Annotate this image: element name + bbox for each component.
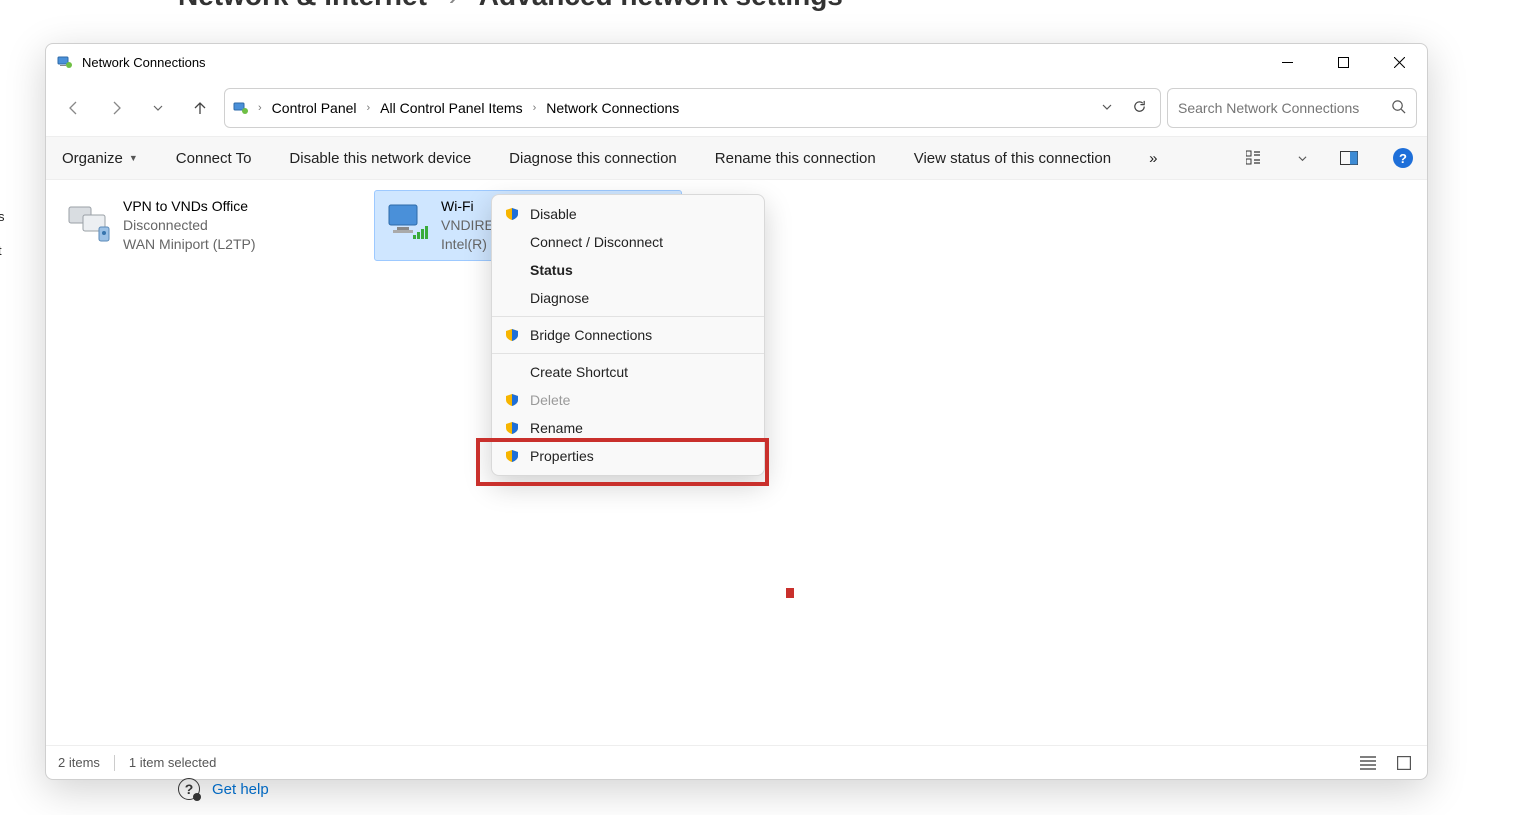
menu-label: Delete xyxy=(530,392,570,408)
breadcrumb-control-panel[interactable]: Control Panel xyxy=(265,96,364,120)
menu-item-create-shortcut[interactable]: Create Shortcut xyxy=(492,358,764,386)
search-icon[interactable] xyxy=(1391,99,1406,117)
breadcrumb-all-items[interactable]: All Control Panel Items xyxy=(373,96,529,120)
chevron-right-icon[interactable]: › xyxy=(530,102,540,114)
adapter-list-pane[interactable]: VPN to VNDs Office Disconnected WAN Mini… xyxy=(46,180,1427,745)
chevron-right-icon[interactable]: › xyxy=(364,102,374,114)
up-button[interactable] xyxy=(182,90,218,126)
connect-to-button[interactable]: Connect To xyxy=(170,146,258,171)
status-bar: 2 items 1 item selected xyxy=(46,745,1427,779)
address-bar[interactable]: › Control Panel › All Control Panel Item… xyxy=(224,88,1161,128)
adapter-status: Disconnected xyxy=(123,216,256,235)
adapter-name: Wi-Fi xyxy=(441,197,494,216)
shield-icon xyxy=(504,206,520,222)
diagnose-connection-button[interactable]: Diagnose this connection xyxy=(503,146,683,171)
parent-breadcrumb-left[interactable]: Network & internet xyxy=(178,0,427,11)
chevron-right-icon[interactable]: › xyxy=(255,102,265,114)
help-button[interactable]: ? xyxy=(1389,144,1417,172)
rename-connection-button[interactable]: Rename this connection xyxy=(709,146,882,171)
window-title: Network Connections xyxy=(82,55,206,70)
large-icons-view-button[interactable] xyxy=(1393,752,1415,774)
network-connections-window: Network Connections xyxy=(45,43,1428,780)
menu-label: Bridge Connections xyxy=(530,327,652,343)
status-item-count: 2 items xyxy=(58,755,100,770)
adapter-context-menu: Disable Connect / Disconnect Status Diag… xyxy=(491,194,765,476)
annotation-marker-dot xyxy=(786,588,794,598)
organize-menu[interactable]: Organize▼ xyxy=(56,146,144,171)
menu-label: Status xyxy=(530,262,573,278)
location-icon xyxy=(231,98,251,118)
menu-item-disable[interactable]: Disable xyxy=(492,200,764,228)
toolbar-overflow-button[interactable]: » xyxy=(1143,146,1163,171)
disable-device-button[interactable]: Disable this network device xyxy=(283,146,477,171)
dropdown-icon: ▼ xyxy=(129,153,138,163)
menu-item-bridge-connections[interactable]: Bridge Connections xyxy=(492,321,764,349)
menu-item-delete: Delete xyxy=(492,386,764,414)
preview-pane-button[interactable] xyxy=(1335,144,1363,172)
command-toolbar: Organize▼ Connect To Disable this networ… xyxy=(46,136,1427,180)
adapter-name: VPN to VNDs Office xyxy=(123,197,256,216)
menu-separator xyxy=(492,316,764,317)
menu-label: Connect / Disconnect xyxy=(530,234,663,250)
adapter-device: Intel(R) xyxy=(441,235,494,254)
shield-icon xyxy=(504,420,520,436)
menu-label: Properties xyxy=(530,448,594,464)
shield-icon xyxy=(504,327,520,343)
vpn-adapter-icon xyxy=(65,197,113,245)
shield-icon xyxy=(504,392,520,408)
adapter-item-vpn[interactable]: VPN to VNDs Office Disconnected WAN Mini… xyxy=(56,190,364,261)
menu-item-rename[interactable]: Rename xyxy=(492,414,764,442)
menu-separator xyxy=(492,353,764,354)
recent-locations-button[interactable] xyxy=(140,90,176,126)
details-view-button[interactable] xyxy=(1357,752,1379,774)
parent-sidebar-peek: s t xyxy=(0,200,24,320)
breadcrumb-network-connections[interactable]: Network Connections xyxy=(539,96,686,120)
refresh-button[interactable] xyxy=(1128,99,1150,117)
adapter-device: WAN Miniport (L2TP) xyxy=(123,235,256,254)
menu-item-status[interactable]: Status xyxy=(492,256,764,284)
parent-settings-window: Network & internet › Advanced network se… xyxy=(0,0,1537,12)
forward-button[interactable] xyxy=(98,90,134,126)
navigation-row: › Control Panel › All Control Panel Item… xyxy=(46,80,1427,136)
status-selected-count: 1 item selected xyxy=(129,755,216,770)
network-connections-icon xyxy=(56,53,74,71)
menu-label: Diagnose xyxy=(530,290,589,306)
search-input[interactable] xyxy=(1178,100,1391,116)
menu-label: Disable xyxy=(530,206,577,222)
view-layout-button[interactable] xyxy=(1241,144,1269,172)
menu-item-diagnose[interactable]: Diagnose xyxy=(492,284,764,312)
status-divider xyxy=(114,755,115,771)
search-box[interactable] xyxy=(1167,88,1417,128)
title-bar: Network Connections xyxy=(46,44,1427,80)
parent-get-help-row: ? Get help xyxy=(178,778,269,800)
adapter-status: VNDIRE xyxy=(441,216,494,235)
get-help-link[interactable]: Get help xyxy=(212,781,269,798)
maximize-button[interactable] xyxy=(1315,44,1371,80)
wifi-adapter-icon xyxy=(383,197,431,245)
menu-label: Rename xyxy=(530,420,583,436)
shield-icon xyxy=(504,448,520,464)
back-button[interactable] xyxy=(56,90,92,126)
address-dropdown-button[interactable] xyxy=(1096,100,1118,116)
view-dropdown-button[interactable] xyxy=(1295,144,1309,172)
menu-item-properties[interactable]: Properties xyxy=(492,442,764,470)
minimize-button[interactable] xyxy=(1259,44,1315,80)
menu-label: Create Shortcut xyxy=(530,364,628,380)
help-icon: ? xyxy=(178,778,200,800)
chevron-right-icon: › xyxy=(449,0,458,11)
menu-item-connect-disconnect[interactable]: Connect / Disconnect xyxy=(492,228,764,256)
parent-breadcrumb-right: Advanced network settings xyxy=(479,0,843,11)
close-button[interactable] xyxy=(1371,44,1427,80)
view-status-button[interactable]: View status of this connection xyxy=(908,146,1117,171)
